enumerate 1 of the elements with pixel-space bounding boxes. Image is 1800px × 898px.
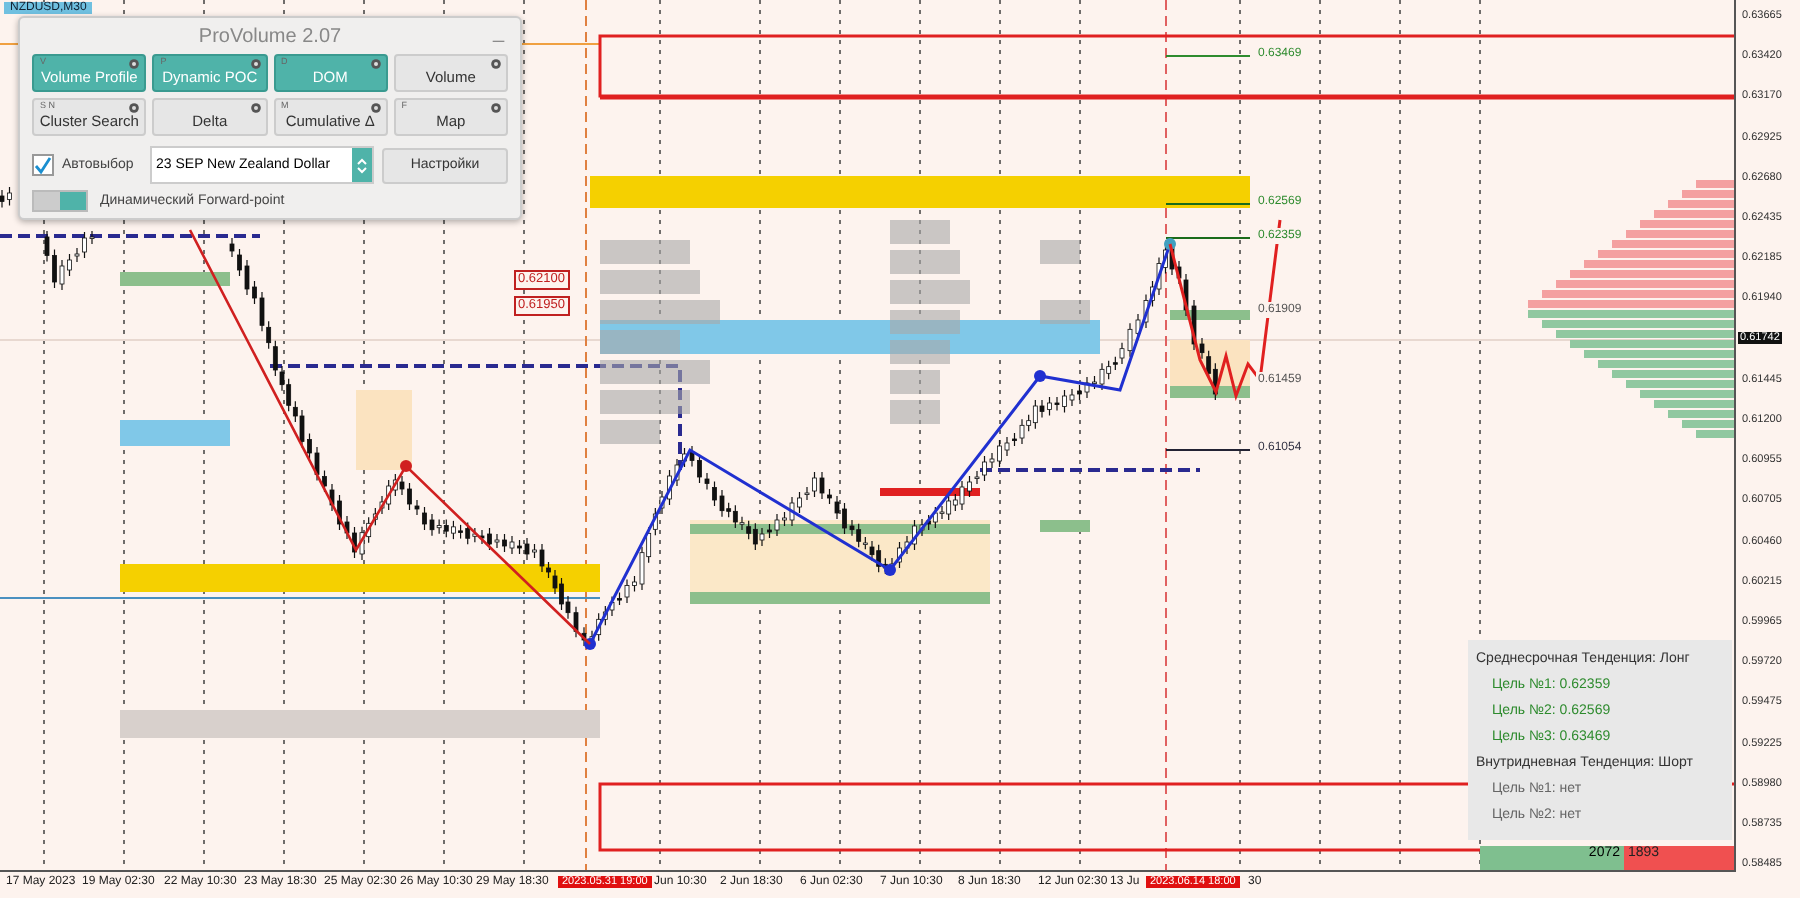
panel-title: ProVolume 2.07 — [198, 25, 342, 47]
